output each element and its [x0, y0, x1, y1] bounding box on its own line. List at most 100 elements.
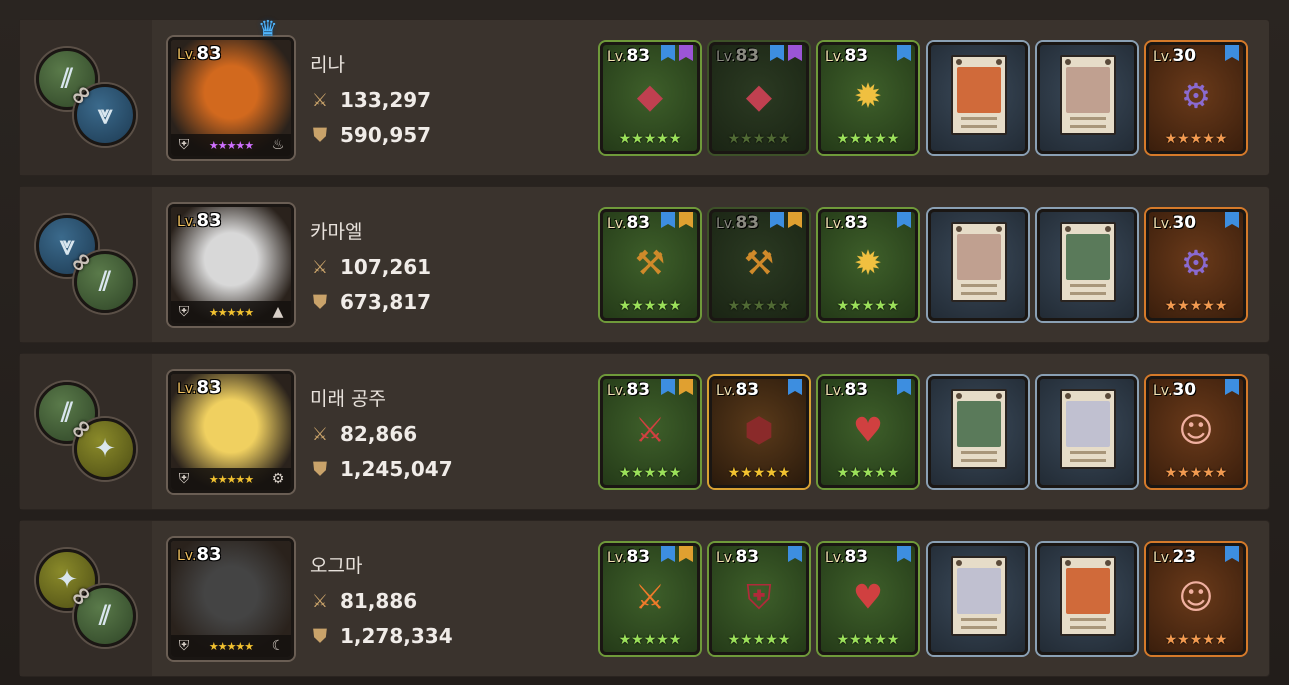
item-level: Lv.83: [716, 547, 759, 567]
hero-row[interactable]: ⫽ ✦ ∞ Lv.83 ⛨ ★★★★★ ⚙ 미래 공주 ⚔ 82,866 ⛊ 1,245,047 ⚔ Lv…: [20, 354, 1269, 509]
card-icon: [951, 389, 1007, 469]
card-divider: [1070, 117, 1106, 120]
hero-portrait-footer: ⛨ ★★★★★ ⚙: [171, 468, 291, 490]
equipment-slot-armor[interactable]: ⛨ Lv.83 ★★★★★: [709, 543, 809, 655]
item-level-value: 83: [735, 380, 760, 400]
equipment-slot-card[interactable]: [928, 209, 1028, 321]
card-divider: [961, 292, 997, 295]
hero-row[interactable]: ⩔ ⫽ ∞ Lv.83 ⛨ ★★★★★ ▲ 카마엘 ⚔ 107,261 ⛊ 673,817 ⚒ Lv.83…: [20, 187, 1269, 342]
equipment-slot-card[interactable]: [928, 543, 1028, 655]
hero-level-value: 83: [196, 210, 222, 231]
hero-row[interactable]: ⫽ ⩔ ∞ Lv.83 ⛨ ★★★★★ ♨ ♛ 리나 ⚔ 133,297 ⛊ 590,957 ◆ Lv.83…: [20, 17, 1269, 175]
hero-star-rating: ★★★★★: [208, 305, 254, 319]
equipment-slot-spear[interactable]: ⚔ Lv.83 ★★★★★: [600, 376, 700, 488]
gold-bookmark-icon: [679, 546, 693, 562]
equipment-slot-gem[interactable]: ◆ Lv.83 ★★★★★: [600, 42, 700, 154]
card-corner-dot: [1105, 393, 1111, 399]
item-star-rating: ★★★★★: [727, 632, 791, 648]
equipment-slot-face[interactable]: ☺ Lv.30 ★★★★★: [1146, 376, 1246, 488]
card-corner-dot: [1105, 59, 1111, 65]
equipment-slot-relic[interactable]: ⚙ Lv.30 ★★★★★: [1146, 42, 1246, 154]
equipment-slot-amulet[interactable]: ✹ Lv.83 ★★★★★: [818, 209, 918, 321]
hero-portrait[interactable]: Lv.83 ⛨ ★★★★★ ☾: [168, 538, 294, 660]
defense-stat: ⛊ 590,957: [310, 123, 431, 147]
card-corner-dot: [956, 226, 962, 232]
armor-icon: ⛨: [746, 577, 772, 618]
sword-icon: ⚔: [634, 577, 666, 618]
blue-bookmark-icon: [1225, 379, 1239, 395]
purple-bookmark-icon: [788, 45, 802, 61]
blue-bookmark-icon: [897, 212, 911, 228]
hero-level: Lv.83: [177, 210, 222, 231]
hero-star-rating: ★★★★★: [208, 472, 254, 486]
equipment-slot-sword[interactable]: ⚔ Lv.83 ★★★★★: [600, 543, 700, 655]
item-level-label: Lv.: [607, 550, 627, 566]
item-level-label: Lv.: [716, 550, 736, 566]
fire-icon: ♨: [271, 137, 285, 153]
hero-portrait-footer: ⛨ ★★★★★ ♨: [171, 134, 291, 156]
card-divider: [961, 459, 997, 462]
card-corner-dot: [956, 560, 962, 566]
item-star-rating: ★★★★★: [618, 465, 682, 481]
hero-row[interactable]: ✦ ⫽ ∞ Lv.83 ⛨ ★★★★★ ☾ 오그마 ⚔ 81,886 ⛊ 1,278,334 ⚔ Lv.8…: [20, 521, 1269, 676]
item-level-value: 83: [844, 380, 869, 400]
equipment-slot-card[interactable]: [928, 42, 1028, 154]
equipment-slot-relic[interactable]: ⚙ Lv.30 ★★★★★: [1146, 209, 1246, 321]
hero-portrait[interactable]: Lv.83 ⛨ ★★★★★ ♨: [168, 37, 294, 159]
item-level-label: Lv.: [825, 550, 845, 566]
equipment-slot-card[interactable]: [1037, 543, 1137, 655]
card-divider: [1070, 459, 1106, 462]
attack-stat: ⚔ 107,261: [310, 255, 431, 279]
card-icon: [1060, 556, 1116, 636]
equipment-slot-necklace[interactable]: ♥ Lv.83 ★★★★★: [818, 543, 918, 655]
equipment-slot-card[interactable]: [1037, 376, 1137, 488]
equipment-slot-face[interactable]: ☺ Lv.23 ★★★★★: [1146, 543, 1246, 655]
attack-stat: ⚔ 81,886: [310, 589, 417, 613]
equipment-slot-card[interactable]: [928, 376, 1028, 488]
blue-bookmark-icon: [788, 546, 802, 562]
item-level: Lv.83: [607, 46, 650, 66]
hero-level-value: 83: [196, 43, 222, 64]
item-level-value: 83: [735, 46, 760, 66]
equipment-slot-shield[interactable]: ⬢ Lv.83 ★★★★★: [709, 376, 809, 488]
crossed-swords-icon: ⚔: [311, 423, 329, 445]
equipment-slot-card[interactable]: [1037, 42, 1137, 154]
hero-name: 미래 공주: [310, 388, 386, 410]
blue-bookmark-icon: [1225, 546, 1239, 562]
equipment-slot-scythe[interactable]: ⚒ Lv.83 ★★★★★: [600, 209, 700, 321]
item-star-rating: ★★★★★: [836, 632, 900, 648]
gold-bookmark-icon: [679, 212, 693, 228]
item-level: Lv.83: [607, 380, 650, 400]
hero-portrait[interactable]: Lv.83 ⛨ ★★★★★ ⚙: [168, 371, 294, 493]
card-icon: [1060, 55, 1116, 135]
equipment-slot-necklace[interactable]: ♥ Lv.83 ★★★★★: [818, 376, 918, 488]
item-star-rating: ★★★★★: [727, 131, 791, 147]
emblem-glyph-icon: ⫽: [99, 267, 111, 297]
attack-value: 133,297: [340, 88, 432, 112]
shield-icon: ⛨: [178, 471, 190, 487]
gear-icon: ⚙: [271, 471, 285, 487]
equipment-slot-gem[interactable]: ◆ Lv.83 ★★★★★: [709, 42, 809, 154]
shield-icon: ⛊: [313, 124, 327, 146]
scythe-icon: ⚒: [634, 243, 666, 284]
item-star-rating: ★★★★★: [618, 632, 682, 648]
blue-bookmark-icon: [897, 45, 911, 61]
item-level-label: Lv.: [1153, 550, 1173, 566]
equipment-slot-card[interactable]: [1037, 209, 1137, 321]
blue-bookmark-icon: [770, 45, 784, 61]
hero-portrait[interactable]: Lv.83 ⛨ ★★★★★ ▲: [168, 204, 294, 326]
shield-icon: ⬢: [744, 410, 774, 451]
card-picture: [957, 568, 1001, 614]
item-level-value: 83: [626, 380, 651, 400]
item-level-label: Lv.: [825, 49, 845, 65]
equipment-slot-scythe[interactable]: ⚒ Lv.83 ★★★★★: [709, 209, 809, 321]
purple-bookmark-icon: [679, 45, 693, 61]
defense-stat: ⛊ 673,817: [310, 290, 431, 314]
card-divider: [961, 117, 997, 120]
item-level-value: 83: [626, 46, 651, 66]
item-star-rating: ★★★★★: [836, 131, 900, 147]
item-level: Lv.30: [1153, 213, 1196, 233]
equipment-slot-amulet[interactable]: ✹ Lv.83 ★★★★★: [818, 42, 918, 154]
gem-icon: ◆: [636, 76, 664, 117]
card-corner-dot: [996, 59, 1002, 65]
